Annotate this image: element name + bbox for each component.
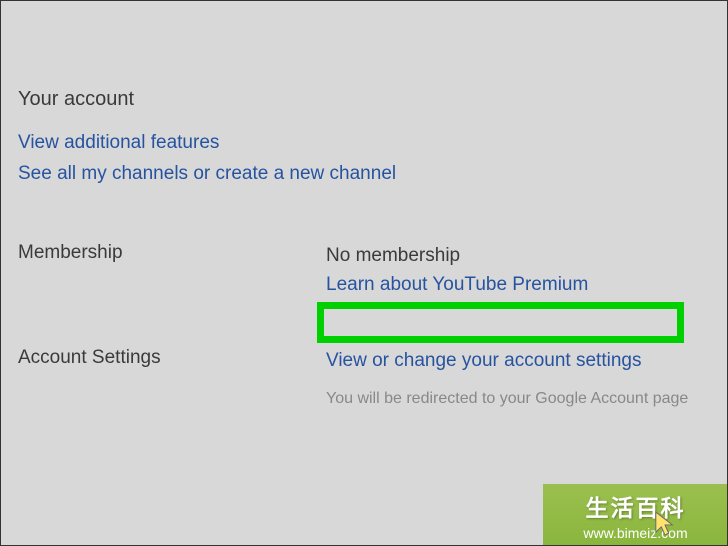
cursor-icon: [654, 510, 676, 538]
see-all-channels-link[interactable]: See all my channels or create a new chan…: [18, 160, 710, 189]
account-settings-label: Account Settings: [18, 347, 326, 369]
learn-youtube-premium-link[interactable]: Learn about YouTube Premium: [326, 271, 710, 300]
account-settings-row: Account Settings View or change your acc…: [18, 347, 710, 408]
watermark: 生活百科 www.bimeiz.com: [543, 484, 728, 546]
redirect-note: You will be redirected to your Google Ac…: [326, 390, 710, 408]
membership-status: No membership: [326, 242, 710, 271]
your-account-heading: Your account: [18, 88, 710, 111]
membership-row: Membership No membership Learn about You…: [18, 242, 710, 299]
view-additional-features-link[interactable]: View additional features: [18, 129, 710, 158]
membership-label: Membership: [18, 242, 326, 264]
view-change-account-settings-link[interactable]: View or change your account settings: [326, 347, 710, 376]
